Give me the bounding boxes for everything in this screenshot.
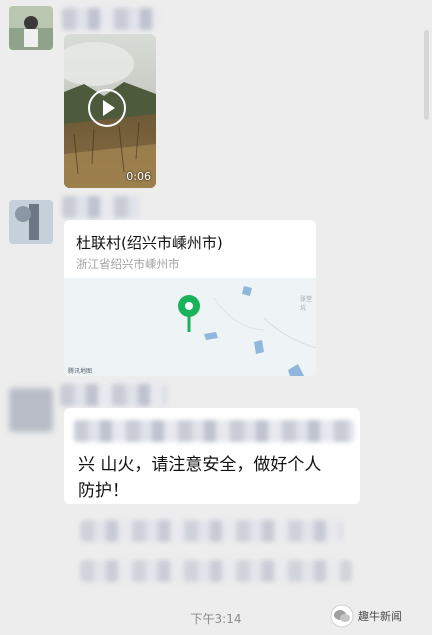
watermark-text: 趣牛新闻: [358, 610, 402, 623]
sender-name-blurred: [62, 8, 158, 30]
video-message[interactable]: 0:06: [64, 34, 156, 188]
map-pin-icon: [178, 295, 200, 332]
map-preview[interactable]: 张堂坑 腾讯地图: [64, 278, 316, 376]
blurred-text: [80, 560, 352, 582]
avatar[interactable]: [9, 200, 53, 244]
location-message[interactable]: 杜联村(绍兴市嵊州市) 浙江省绍兴市嵊州市 张堂坑 腾讯地图: [64, 220, 316, 376]
sender-name-blurred: [60, 384, 166, 406]
avatar[interactable]: [9, 388, 53, 432]
avatar[interactable]: [9, 6, 53, 50]
avatar-image: [9, 200, 53, 244]
message-text: 兴 山火，请注意安全，做好个人: [78, 455, 322, 475]
blurred-text: [80, 520, 342, 542]
blurred-text: [74, 420, 354, 442]
wechat-icon: [330, 604, 354, 628]
video-duration: 0:06: [126, 170, 151, 183]
message-text: 防护！: [78, 481, 129, 501]
scrollbar[interactable]: [424, 30, 429, 120]
play-button[interactable]: [88, 89, 126, 127]
source-watermark: 趣牛新闻: [330, 604, 402, 628]
location-title: 杜联村(绍兴市嵊州市): [76, 234, 223, 252]
location-address: 浙江省绍兴市嵊州市: [76, 257, 180, 271]
sender-name-blurred: [62, 196, 140, 218]
map-watermark: 腾讯地图: [68, 368, 93, 375]
text-message[interactable]: 兴 山火，请注意安全，做好个人 防护！: [64, 408, 360, 504]
avatar-image: [9, 6, 53, 50]
play-icon: [103, 100, 115, 116]
map-place-label: 张堂坑: [300, 296, 313, 312]
